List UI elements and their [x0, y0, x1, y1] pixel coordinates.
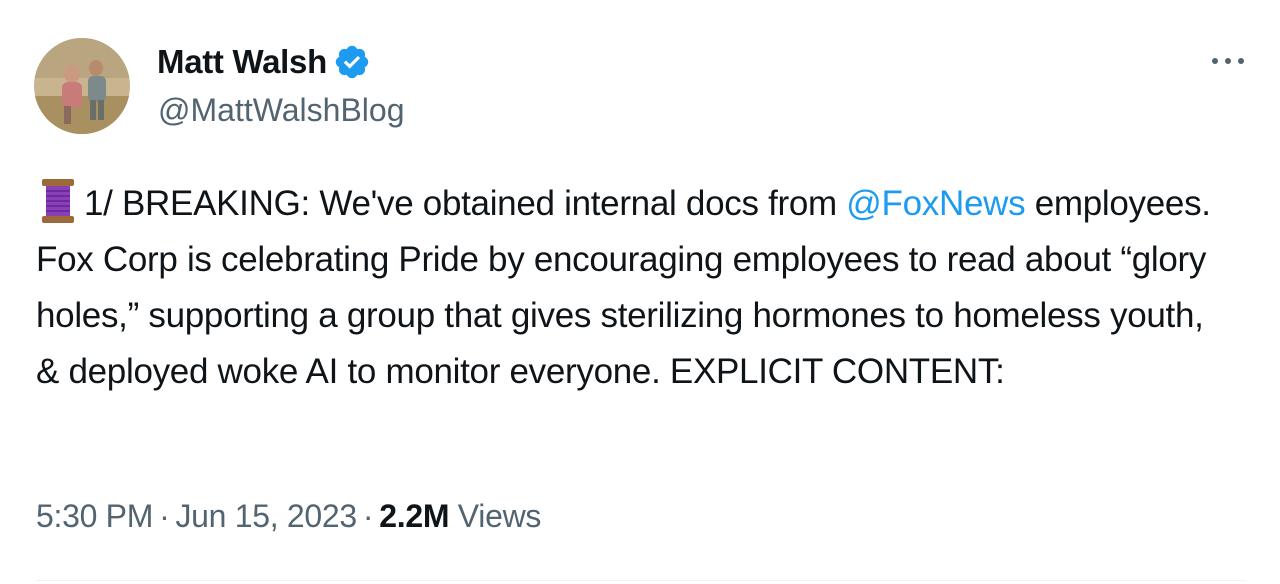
tweet-card: Matt Walsh @MattWalshBlog 1/ BREAKING: W… [0, 0, 1280, 584]
tweet-date: Jun 15, 2023 [175, 498, 357, 534]
tweet-meta: 5:30 PM · Jun 15, 2023 · 2.2M Views [36, 492, 541, 540]
divider [36, 580, 1246, 581]
verified-badge-icon [333, 43, 371, 81]
author-name-row[interactable]: Matt Walsh [157, 40, 371, 84]
tweet-time-link[interactable]: 5:30 PM · Jun 15, 2023 [36, 498, 357, 534]
more-dots-icon[interactable] [1206, 46, 1250, 76]
avatar-photo-icon [34, 38, 130, 134]
author-handle[interactable]: @MattWalshBlog [158, 88, 404, 132]
views-label: Views [457, 498, 542, 534]
views-link[interactable]: 2.2M Views [379, 498, 541, 534]
views-count: 2.2M [379, 498, 450, 534]
meta-separator: · [362, 498, 374, 534]
meta-separator: · [159, 498, 170, 534]
tweet-text: 1/ BREAKING: We've obtained internal doc… [36, 176, 1236, 400]
avatar[interactable] [34, 38, 130, 134]
thread-spool-icon [36, 177, 80, 225]
tweet-time: 5:30 PM [36, 498, 154, 534]
mention-link[interactable]: @FoxNews [846, 184, 1025, 223]
author-display-name[interactable]: Matt Walsh [157, 40, 327, 84]
tweet-text-part-1: 1/ BREAKING: We've obtained internal doc… [84, 184, 847, 223]
